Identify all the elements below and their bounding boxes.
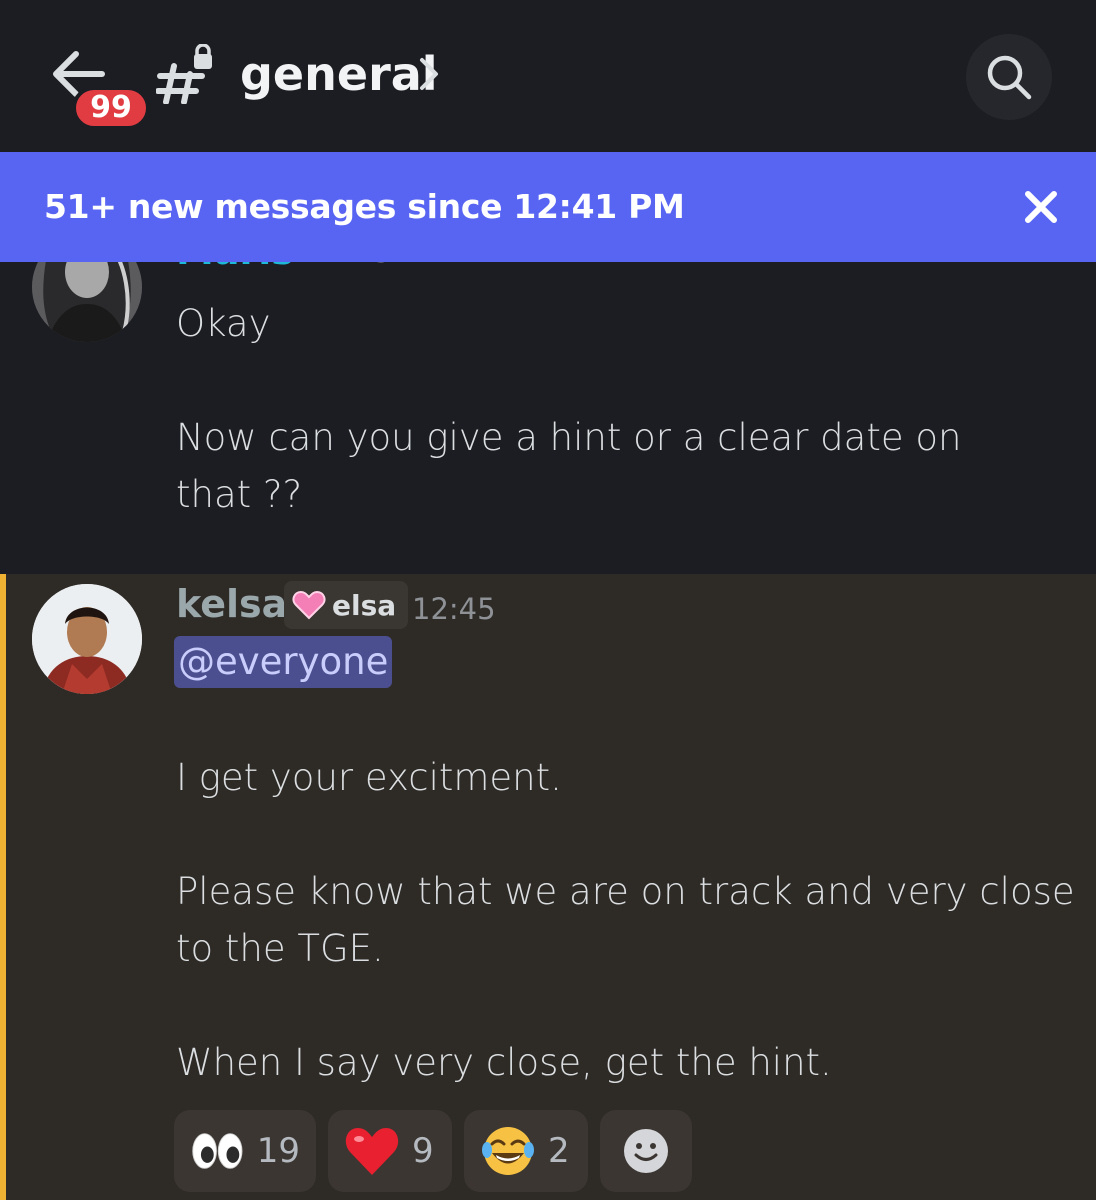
eyes-emoji-icon	[192, 1133, 243, 1169]
message-list: Maris 12:45 Okay Now can you give a hint…	[0, 262, 1096, 1200]
add-reaction-button[interactable]	[600, 1110, 692, 1192]
red-heart-emoji-icon	[345, 1128, 399, 1175]
message-item-highlighted[interactable]: kelsa elsa 12:45 @everyone I get your ex…	[0, 574, 1096, 1200]
reaction-eyes[interactable]: 19	[174, 1110, 316, 1192]
message-line: that ??	[176, 473, 303, 516]
message-line: When I say very close, get the hint.	[176, 1041, 832, 1084]
server-tag[interactable]: elsa	[284, 581, 409, 629]
search-button[interactable]	[966, 34, 1052, 120]
message-line: to the TGE.	[176, 927, 384, 970]
reaction-heart[interactable]: 9	[328, 1110, 452, 1192]
server-tag-label: elsa	[332, 588, 397, 622]
message-timestamp: 12:45	[308, 262, 392, 277]
channel-name[interactable]: general	[240, 44, 438, 104]
new-messages-text: 51+ new messages since 12:41 PM	[44, 187, 685, 226]
avatar[interactable]	[32, 262, 142, 342]
message-timestamp: 12:45	[412, 592, 496, 626]
unread-badge: 99	[72, 86, 150, 130]
add-reaction-icon	[624, 1129, 668, 1173]
user-avatar-image	[32, 584, 142, 694]
joy-emoji-icon	[482, 1127, 534, 1175]
reaction-count: 2	[548, 1131, 570, 1171]
message-line: I get your excitment.	[176, 756, 562, 799]
avatar[interactable]	[32, 584, 142, 694]
user-avatar-image	[32, 262, 142, 342]
mention-highlight-bar	[0, 574, 6, 1200]
channel-header: 99 general	[0, 0, 1096, 152]
close-icon[interactable]	[1020, 186, 1062, 228]
locked-channel-hash-icon	[156, 44, 212, 104]
message-line: Okay	[176, 302, 271, 345]
message-author[interactable]: kelsa	[176, 579, 287, 629]
message-line: Please know that we are on track and ver…	[176, 870, 1075, 913]
message-author[interactable]: Maris	[176, 262, 294, 276]
everyone-mention[interactable]: @everyone	[174, 636, 393, 688]
new-messages-banner[interactable]: 51+ new messages since 12:41 PM	[0, 152, 1096, 262]
message-line: Now can you give a hint or a clear date …	[176, 416, 962, 459]
chevron-right-icon[interactable]	[418, 56, 440, 92]
reaction-count: 19	[256, 1131, 300, 1171]
search-icon	[987, 55, 1032, 100]
pink-heart-icon	[292, 590, 326, 620]
reaction-joy[interactable]: 2	[464, 1110, 588, 1192]
message-item[interactable]: Maris 12:45 Okay Now can you give a hint…	[0, 262, 1096, 574]
reaction-bar: 19 9 2	[174, 1110, 692, 1192]
reaction-count: 9	[412, 1131, 434, 1171]
